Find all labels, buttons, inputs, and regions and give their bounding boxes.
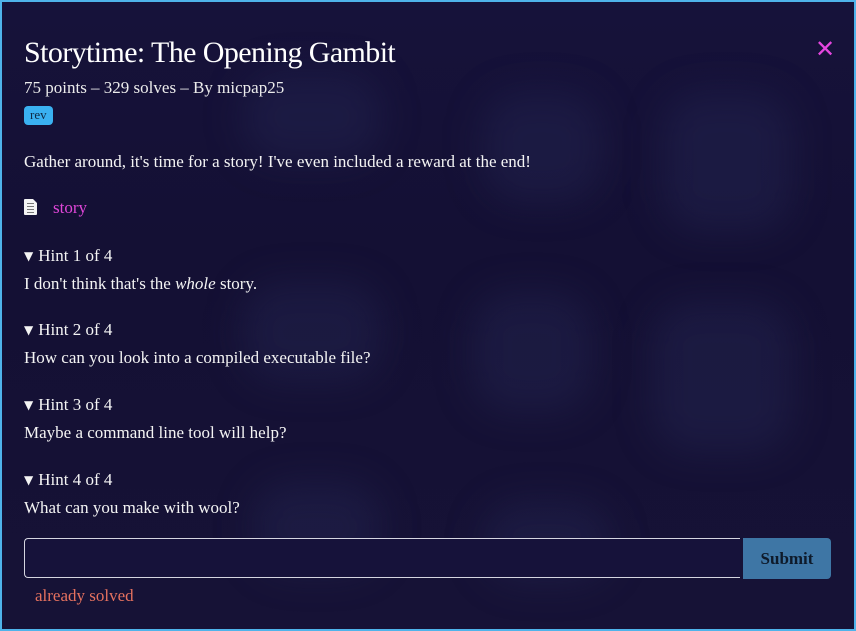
category-tag: rev — [24, 106, 53, 125]
hint-4-label: Hint 4 of 4 — [38, 470, 113, 489]
hint-1-text-part: I don't think that's the — [24, 274, 176, 293]
hint-4: ▼ Hint 4 of 4 What can you make with wool… — [24, 470, 240, 518]
triangle-down-icon: ▼ — [24, 473, 34, 487]
hint-4-text: What can you make with wool? — [24, 498, 240, 517]
hint-3: ▼ Hint 3 of 4 Maybe a command line tool w… — [24, 395, 287, 443]
status-message: already solved — [35, 586, 134, 605]
close-icon[interactable]: ✕ — [814, 37, 836, 61]
hint-1-label: Hint 1 of 4 — [38, 246, 113, 265]
hint-1-toggle[interactable]: ▼ Hint 1 of 4 — [24, 246, 257, 266]
challenge-title: Storytime: The Opening Gambit — [24, 36, 396, 69]
hint-4-toggle[interactable]: ▼ Hint 4 of 4 — [24, 470, 240, 490]
challenge-meta: 75 points – 329 solves – By micpap25 — [24, 78, 285, 97]
hint-3-text: Maybe a command line tool will help? — [24, 423, 287, 442]
challenge-modal: Storytime: The Opening Gambit ✕ 75 point… — [0, 0, 856, 631]
hint-2-label: Hint 2 of 4 — [38, 320, 113, 339]
triangle-down-icon: ▼ — [24, 323, 34, 337]
hint-3-label: Hint 3 of 4 — [38, 395, 113, 414]
hint-1-text-part: story. — [215, 274, 258, 293]
hint-1-text: I don't think that's the whole story. — [24, 274, 257, 294]
hint-3-toggle[interactable]: ▼ Hint 3 of 4 — [24, 395, 287, 415]
file-download-link[interactable]: story — [53, 198, 87, 218]
background-decoration — [482, 92, 602, 202]
hint-1-emphasis: whole — [175, 274, 216, 293]
flag-input[interactable] — [24, 538, 740, 578]
background-decoration — [652, 302, 792, 452]
background-decoration — [472, 292, 592, 412]
hint-1: ▼ Hint 1 of 4 I don't think that's the wh… — [24, 246, 257, 294]
triangle-down-icon: ▼ — [24, 249, 34, 263]
file-attachment: story — [24, 198, 87, 220]
hint-2-text: How can you look into a compiled executa… — [24, 348, 371, 367]
document-icon — [24, 199, 37, 215]
triangle-down-icon: ▼ — [24, 398, 34, 412]
hint-2: ▼ Hint 2 of 4 How can you look into a com… — [24, 320, 371, 368]
background-decoration — [662, 92, 792, 232]
hint-2-toggle[interactable]: ▼ Hint 2 of 4 — [24, 320, 371, 340]
challenge-description: Gather around, it's time for a story! I'… — [24, 152, 531, 171]
submit-button[interactable]: Submit — [743, 538, 831, 579]
